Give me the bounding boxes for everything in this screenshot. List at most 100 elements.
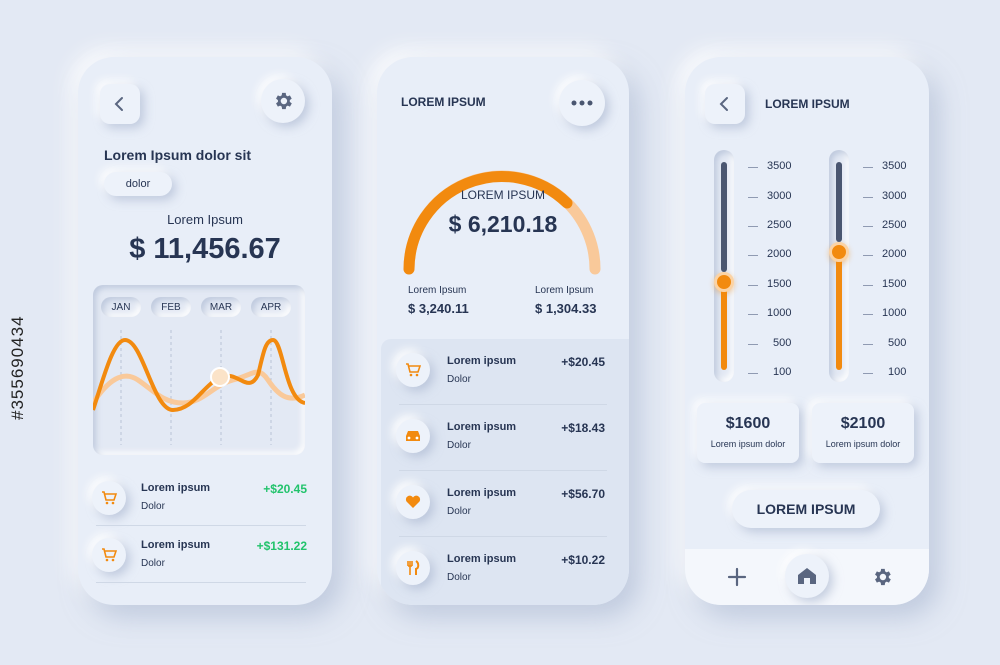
page-title: Lorem Ipsum dolor sit: [104, 147, 252, 163]
range-slider-thumb[interactable]: [829, 241, 849, 262]
card-value: $1600: [725, 415, 771, 432]
month-tab-apr[interactable]: APR: [251, 297, 291, 317]
month-tab-mar[interactable]: MAR: [201, 297, 241, 317]
scale-tick: [863, 314, 873, 315]
scale-tick: [748, 285, 758, 286]
transaction-icon[interactable]: [92, 538, 126, 572]
scale-label: 2500: [767, 219, 792, 231]
phone-screen-sliders: LOREM IPSUM 3500 3000 2500 2000 1500 100…: [685, 57, 929, 605]
transaction-amount: +$18.43: [561, 421, 605, 435]
gauge-value: $ 6,210.18: [448, 211, 558, 237]
scale-label: 3000: [767, 190, 792, 202]
scale-tick: [863, 373, 873, 374]
scale-tick: [863, 226, 873, 227]
cart-icon: [102, 491, 117, 505]
chart-focus-point[interactable]: [210, 367, 230, 387]
filter-chip[interactable]: dolor: [104, 172, 172, 196]
scale-label: 3000: [882, 190, 907, 202]
settings-button[interactable]: [869, 564, 895, 590]
divider: [399, 404, 607, 405]
stat-value: $ 1,304.33: [535, 301, 597, 316]
more-dots-icon: [571, 100, 593, 106]
scale-tick: [748, 314, 758, 315]
transaction-icon[interactable]: [396, 353, 430, 387]
month-tab-feb[interactable]: FEB: [151, 297, 191, 317]
range-slider-track[interactable]: [714, 150, 734, 382]
food-icon: [407, 560, 420, 575]
screen-header: LOREM IPSUM: [765, 97, 850, 111]
transaction-sub: Dolor: [447, 440, 471, 451]
scale-label: 500: [888, 337, 907, 349]
transaction-title: Lorem ipsum: [447, 553, 517, 565]
balance-value: $ 11,456.67: [129, 233, 281, 265]
card-value: $2100: [840, 415, 886, 432]
scale-tick: [863, 197, 873, 198]
scale-tick: [748, 226, 758, 227]
balance-label: Lorem Ipsum: [167, 212, 243, 227]
scale-label: 1500: [882, 278, 907, 290]
transaction-icon[interactable]: [396, 485, 430, 519]
transaction-title: Lorem ipsum: [447, 421, 517, 433]
stat-label: Lorem Ipsum: [535, 285, 594, 296]
scale-tick: [748, 344, 758, 345]
plus-icon: [727, 567, 747, 587]
scale-tick: [863, 344, 873, 345]
chevron-left-icon: [114, 97, 123, 111]
stock-id-watermark: #355690434: [8, 315, 27, 420]
scale-tick: [748, 197, 758, 198]
back-button[interactable]: [705, 84, 745, 124]
series-secondary: [90, 369, 307, 406]
range-slider-fill: [836, 251, 842, 370]
value-card[interactable]: $1600 Lorem ipsum dolor: [697, 403, 799, 463]
card-label: Lorem ipsum dolor: [710, 439, 786, 449]
divider: [399, 470, 607, 471]
value-card[interactable]: $2100 Lorem ipsum dolor: [812, 403, 914, 463]
scale-tick: [863, 167, 873, 168]
transaction-amount: +$10.22: [561, 553, 605, 567]
screen-header: LOREM IPSUM: [401, 95, 486, 109]
card-label: Lorem ipsum dolor: [825, 439, 901, 449]
divider: [399, 536, 607, 537]
cart-icon: [406, 363, 421, 377]
range-slider-fill: [721, 282, 727, 370]
transaction-icon[interactable]: [396, 419, 430, 453]
transaction-sub: Dolor: [141, 558, 165, 569]
transaction-amount: +$56.70: [561, 487, 605, 501]
gauge-label: LOREM IPSUM: [460, 188, 545, 202]
transaction-amount: +$20.45: [263, 482, 307, 496]
scale-tick: [748, 373, 758, 374]
add-button[interactable]: [725, 565, 749, 589]
scale-label: 2000: [767, 248, 792, 260]
stat-value: $ 3,240.11: [408, 301, 469, 316]
scale-label: 3500: [767, 160, 792, 172]
transaction-title: Lorem ipsum: [141, 539, 211, 551]
settings-button[interactable]: [261, 79, 305, 123]
divider: [96, 582, 306, 583]
range-slider-rest: [836, 162, 842, 242]
transaction-icon[interactable]: [396, 551, 430, 585]
scale-tick: [863, 255, 873, 256]
range-slider-thumb[interactable]: [714, 272, 734, 293]
chevron-left-icon: [719, 97, 728, 111]
phone-screen-overview: Lorem Ipsum dolor sit dolor Lorem Ipsum …: [78, 57, 332, 605]
scale-label: 1500: [767, 278, 792, 290]
more-options-button[interactable]: [559, 80, 605, 126]
scale-label: 100: [888, 366, 907, 378]
transaction-title: Lorem ipsum: [447, 487, 517, 499]
range-slider-track[interactable]: [829, 150, 849, 382]
primary-action-button[interactable]: LOREM IPSUM: [732, 490, 880, 528]
transaction-sub: Dolor: [447, 506, 471, 517]
transaction-amount: +$20.45: [561, 355, 605, 369]
divider: [96, 525, 306, 526]
scale-label: 1000: [767, 307, 792, 319]
transaction-sub: Dolor: [447, 572, 471, 583]
scale-tick: [748, 255, 758, 256]
back-button[interactable]: [100, 84, 140, 124]
transaction-title: Lorem ipsum: [447, 355, 517, 367]
month-tab-jan[interactable]: JAN: [101, 297, 141, 317]
home-icon: [798, 568, 816, 584]
phone-screen-gauge: LOREM IPSUM LOREM IPSUM $ 6,210.18 Lorem…: [377, 57, 629, 605]
transaction-sub: Dolor: [141, 501, 165, 512]
home-button[interactable]: [785, 554, 829, 598]
transaction-icon[interactable]: [92, 481, 126, 515]
